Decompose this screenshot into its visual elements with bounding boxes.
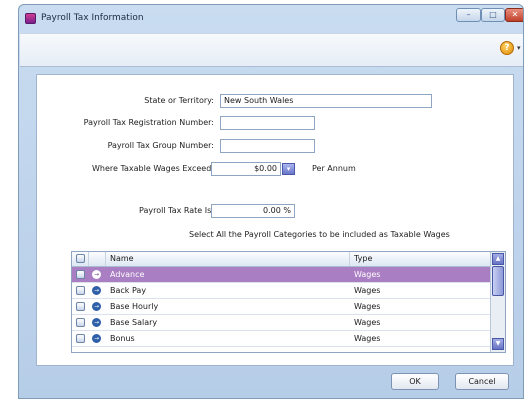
category-type: Wages <box>354 302 381 311</box>
category-name: Base Hourly <box>110 302 159 311</box>
registration-label: Payroll Tax Registration Number: <box>83 118 214 127</box>
cancel-button[interactable]: Cancel <box>455 373 509 390</box>
row-arrow-icon[interactable]: → <box>92 286 101 295</box>
row-checkbox[interactable] <box>76 334 85 343</box>
content-panel: State or Territory: New South Wales Payr… <box>36 74 514 366</box>
table-row[interactable]: → Advance Wages <box>72 267 490 283</box>
categories-instruction: Select All the Payroll Categories to be … <box>189 230 450 239</box>
table-row[interactable]: → Base Hourly Wages <box>72 299 490 315</box>
category-name: Bonus <box>110 334 135 343</box>
minimize-button[interactable]: – <box>456 8 481 22</box>
threshold-label: Where Taxable Wages Exceed: <box>91 164 214 173</box>
title-bar[interactable]: Payroll Tax Information – □ ✕ <box>19 5 523 31</box>
scroll-up-icon[interactable]: ▲ <box>492 253 504 265</box>
threshold-dropdown-icon[interactable]: ▾ <box>282 163 295 175</box>
window-title: Payroll Tax Information <box>41 13 144 23</box>
scroll-thumb[interactable] <box>492 266 504 296</box>
table-row[interactable]: → Back Pay Wages <box>72 283 490 299</box>
row-checkbox[interactable] <box>76 318 85 327</box>
category-name: Back Pay <box>110 286 147 295</box>
row-arrow-icon[interactable]: → <box>92 334 101 343</box>
registration-field[interactable] <box>220 116 315 130</box>
row-arrow-icon[interactable]: → <box>92 318 101 327</box>
category-type: Wages <box>354 286 381 295</box>
help-dropdown-icon[interactable]: ▾ <box>517 44 521 52</box>
scroll-down-icon[interactable]: ▼ <box>492 338 504 350</box>
threshold-field[interactable]: $0.00 <box>211 162 281 176</box>
toolbar: ? ▾ <box>20 33 523 67</box>
threshold-period: Per Annum <box>312 164 356 173</box>
category-name: Base Salary <box>110 318 158 327</box>
type-column-header[interactable]: Type <box>354 252 372 266</box>
category-type: Wages <box>354 270 381 279</box>
group-number-field[interactable] <box>220 139 315 153</box>
rate-field[interactable]: 0.00 % <box>211 204 295 218</box>
help-icon[interactable]: ? <box>500 41 514 55</box>
category-type: Wages <box>354 318 381 327</box>
row-arrow-icon[interactable]: → <box>92 302 101 311</box>
row-arrow-icon[interactable]: → <box>92 270 101 279</box>
payroll-categories-grid: Name Type → Advance Wages → Back Pay Wag… <box>71 251 506 353</box>
state-label: State or Territory: <box>144 96 214 105</box>
column-divider <box>88 252 89 266</box>
row-checkbox[interactable] <box>76 302 85 311</box>
name-column-header[interactable]: Name <box>110 252 134 266</box>
column-divider <box>105 252 106 266</box>
payroll-tax-window: Payroll Tax Information – □ ✕ ? ▾ State … <box>18 4 524 399</box>
grid-scrollbar[interactable]: ▲ ▼ <box>490 252 505 352</box>
row-checkbox[interactable] <box>76 270 85 279</box>
rate-label: Payroll Tax Rate Is: <box>139 206 214 215</box>
column-divider <box>349 252 350 266</box>
select-all-checkbox[interactable] <box>76 254 85 263</box>
state-field[interactable]: New South Wales <box>220 94 432 108</box>
close-button[interactable]: ✕ <box>505 8 523 22</box>
group-number-label: Payroll Tax Group Number: <box>107 141 214 150</box>
grid-header: Name Type <box>72 252 490 267</box>
category-type: Wages <box>354 334 381 343</box>
ok-button[interactable]: OK <box>391 373 439 390</box>
row-checkbox[interactable] <box>76 286 85 295</box>
table-row[interactable]: → Base Salary Wages <box>72 315 490 331</box>
maximize-button[interactable]: □ <box>481 8 505 22</box>
app-icon <box>25 13 36 24</box>
category-name: Advance <box>110 270 145 279</box>
table-row[interactable]: → Bonus Wages <box>72 331 490 347</box>
